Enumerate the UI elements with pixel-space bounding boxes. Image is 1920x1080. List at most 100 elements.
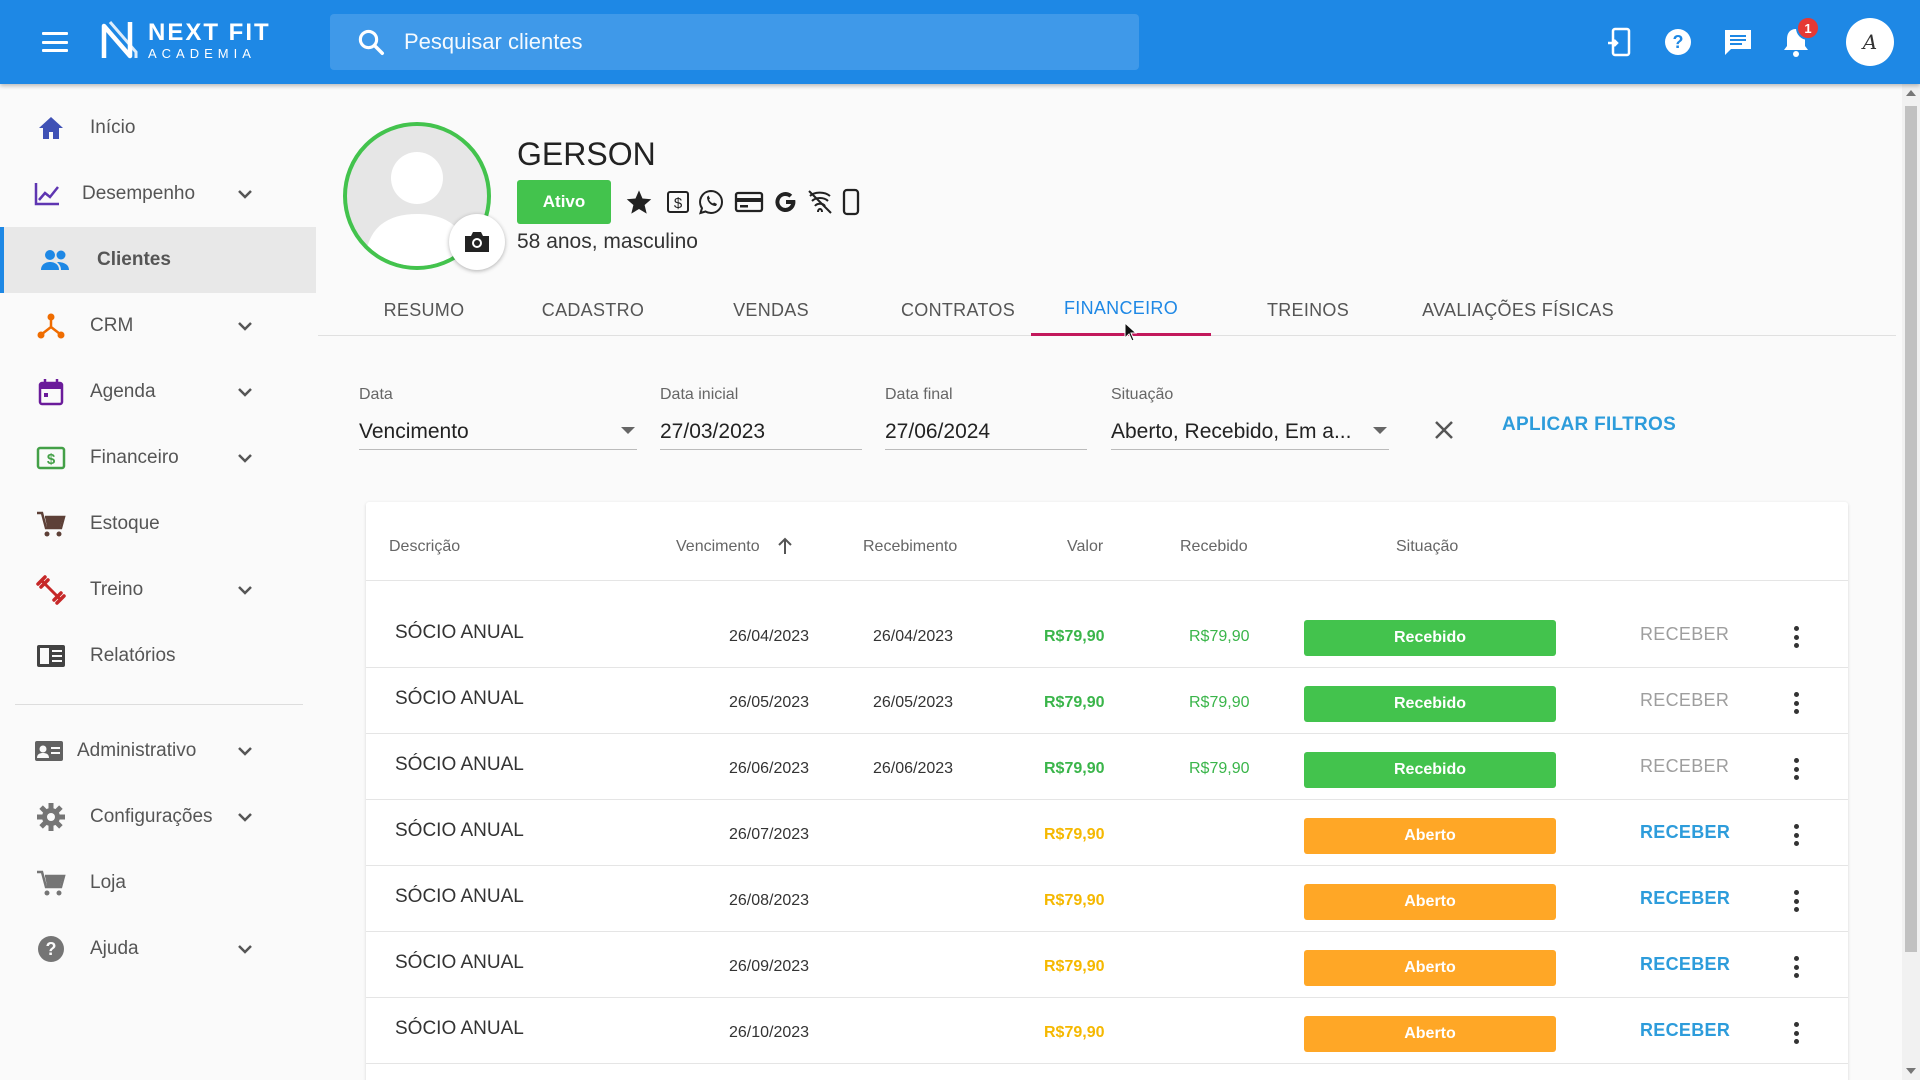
sidebar-item-agenda[interactable]: Agenda xyxy=(0,359,316,425)
table-row[interactable]: SÓCIO ANUAL 26/07/2023 R$79,90 Aberto RE… xyxy=(366,800,1848,866)
filter-inicio-label: Data inicial xyxy=(660,386,739,403)
more-options-icon[interactable] xyxy=(1790,1018,1802,1048)
scrollbar-thumb[interactable] xyxy=(1905,106,1917,952)
filter-data-select[interactable]: Vencimento xyxy=(359,414,637,450)
header-valor[interactable]: Valor xyxy=(1067,538,1103,556)
sidebar-item-label: Financeiro xyxy=(90,447,179,468)
status-badge: Recebido xyxy=(1304,752,1556,788)
row-descricao: SÓCIO ANUAL xyxy=(395,952,524,973)
receber-button[interactable]: RECEBER xyxy=(1640,1020,1730,1041)
more-options-icon[interactable] xyxy=(1790,688,1802,718)
table-row[interactable]: SÓCIO ANUAL 26/09/2023 R$79,90 Aberto RE… xyxy=(366,932,1848,998)
search-input[interactable] xyxy=(404,29,1104,55)
receber-button[interactable]: RECEBER xyxy=(1640,888,1730,909)
help-icon[interactable]: ? xyxy=(1660,24,1696,60)
sidebar-item-desempenho[interactable]: Desempenho xyxy=(0,161,316,227)
status-badge: Aberto xyxy=(1304,950,1556,986)
search-icon xyxy=(358,29,384,55)
scroll-up-arrow-icon[interactable] xyxy=(1906,90,1916,96)
table-row[interactable]: SÓCIO ANUAL 26/08/2023 R$79,90 Aberto RE… xyxy=(366,866,1848,932)
header-recebimento[interactable]: Recebimento xyxy=(863,538,957,556)
more-options-icon[interactable] xyxy=(1790,622,1802,652)
change-photo-button[interactable] xyxy=(449,214,505,270)
client-status-button[interactable]: Ativo xyxy=(517,180,611,224)
tab-financeiro[interactable]: FINANCEIRO xyxy=(1031,284,1211,336)
dumbbell-icon xyxy=(36,575,66,605)
credit-card-icon[interactable] xyxy=(733,187,765,217)
search-bar[interactable] xyxy=(330,14,1139,70)
header-situacao[interactable]: Situação xyxy=(1396,538,1458,556)
sidebar-item-configuracoes[interactable]: Configurações xyxy=(0,784,316,850)
page-scrollbar[interactable] xyxy=(1902,84,1920,1080)
hamburger-menu-icon[interactable] xyxy=(38,28,72,56)
dropdown-arrow-icon xyxy=(1373,427,1387,434)
notification-badge: 1 xyxy=(1796,16,1820,40)
tab-avaliacoes-fisicas[interactable]: AVALIAÇÕES FÍSICAS xyxy=(1400,284,1636,336)
row-valor: R$79,90 xyxy=(1044,628,1105,645)
tab-contratos[interactable]: CONTRATOS xyxy=(873,284,1043,336)
brand-name: NEXT FIT xyxy=(148,18,271,46)
gear-icon xyxy=(36,802,66,832)
sidebar-item-financeiro[interactable]: $ Financeiro xyxy=(0,425,316,491)
sidebar-item-label: Agenda xyxy=(90,381,156,402)
svg-text:?: ? xyxy=(46,939,57,959)
dollar-icon[interactable]: $ xyxy=(663,187,693,217)
more-options-icon[interactable] xyxy=(1790,754,1802,784)
sidebar-item-label: Ajuda xyxy=(90,938,139,959)
filter-situacao-select[interactable]: Aberto, Recebido, Em a... xyxy=(1111,414,1389,450)
table-row[interactable]: SÓCIO ANUAL 26/06/2023 26/06/2023 R$79,9… xyxy=(366,734,1848,800)
money-icon: $ xyxy=(36,443,66,473)
clear-filters-close-icon[interactable] xyxy=(1428,414,1460,446)
mobile-app-icon[interactable] xyxy=(1602,24,1638,60)
sidebar-item-relatorios[interactable]: Relatórios xyxy=(0,623,316,689)
chat-icon[interactable] xyxy=(1720,24,1756,60)
header-descricao[interactable]: Descrição xyxy=(389,538,460,556)
tab-treinos[interactable]: TREINOS xyxy=(1238,284,1378,336)
receber-button[interactable]: RECEBER xyxy=(1640,954,1730,975)
filter-situacao-value: Aberto, Recebido, Em a... xyxy=(1111,419,1352,443)
whatsapp-icon[interactable] xyxy=(696,187,726,217)
star-icon[interactable] xyxy=(624,187,654,217)
tab-resumo[interactable]: RESUMO xyxy=(358,284,490,336)
filter-data-inicial-field[interactable]: 27/03/2023 xyxy=(660,414,862,450)
sidebar-item-crm[interactable]: CRM xyxy=(0,293,316,359)
apply-filters-button[interactable]: APLICAR FILTROS xyxy=(1502,414,1676,436)
mobile-phone-icon[interactable] xyxy=(840,187,862,217)
tab-vendas[interactable]: VENDAS xyxy=(696,284,846,336)
receber-button[interactable]: RECEBER xyxy=(1640,822,1730,843)
row-recebimento: 26/06/2023 xyxy=(873,760,954,777)
dropdown-arrow-icon xyxy=(621,427,635,434)
sort-ascending-arrow-icon[interactable] xyxy=(776,536,794,556)
svg-text:$: $ xyxy=(674,195,683,212)
avatar-initial: A xyxy=(1862,30,1878,54)
more-options-icon[interactable] xyxy=(1790,886,1802,916)
sidebar-item-clientes[interactable]: Clientes xyxy=(0,227,316,293)
sidebar-item-treino[interactable]: Treino xyxy=(0,557,316,623)
filter-data-final-field[interactable]: 27/06/2024 xyxy=(885,414,1087,450)
tab-cadastro[interactable]: CADASTRO xyxy=(518,284,668,336)
sidebar-item-inicio[interactable]: Início xyxy=(0,95,316,161)
header-recebido[interactable]: Recebido xyxy=(1180,538,1248,556)
more-options-icon[interactable] xyxy=(1790,952,1802,982)
sidebar-item-label: Clientes xyxy=(97,249,171,270)
more-options-icon[interactable] xyxy=(1790,820,1802,850)
table-row[interactable]: SÓCIO ANUAL 26/04/2023 26/04/2023 R$79,9… xyxy=(366,602,1848,668)
sidebar-item-ajuda[interactable]: ? Ajuda xyxy=(0,916,316,982)
mouse-cursor-icon xyxy=(1124,322,1138,342)
sidebar-divider xyxy=(15,704,303,705)
row-vencimento: 26/06/2023 xyxy=(729,760,810,777)
logo[interactable]: NEXT FIT ACADEMIA xyxy=(100,18,271,62)
filter-situacao-label: Situação xyxy=(1111,386,1174,403)
table-row[interactable]: SÓCIO ANUAL 26/10/2023 R$79,90 Aberto RE… xyxy=(366,998,1848,1064)
row-descricao: SÓCIO ANUAL xyxy=(395,688,524,709)
sidebar-item-administrativo[interactable]: Administrativo xyxy=(0,718,316,784)
user-avatar[interactable]: A xyxy=(1846,18,1894,66)
sidebar-item-estoque[interactable]: Estoque xyxy=(0,491,316,557)
google-icon[interactable] xyxy=(771,187,801,217)
sidebar-item-loja[interactable]: Loja xyxy=(0,850,316,916)
table-row[interactable]: SÓCIO ANUAL 26/05/2023 26/05/2023 R$79,9… xyxy=(366,668,1848,734)
fingerprint-icon[interactable] xyxy=(805,187,835,217)
row-vencimento: 26/10/2023 xyxy=(729,1024,810,1041)
scroll-down-arrow-icon[interactable] xyxy=(1906,1068,1916,1074)
header-vencimento[interactable]: Vencimento xyxy=(676,538,760,556)
